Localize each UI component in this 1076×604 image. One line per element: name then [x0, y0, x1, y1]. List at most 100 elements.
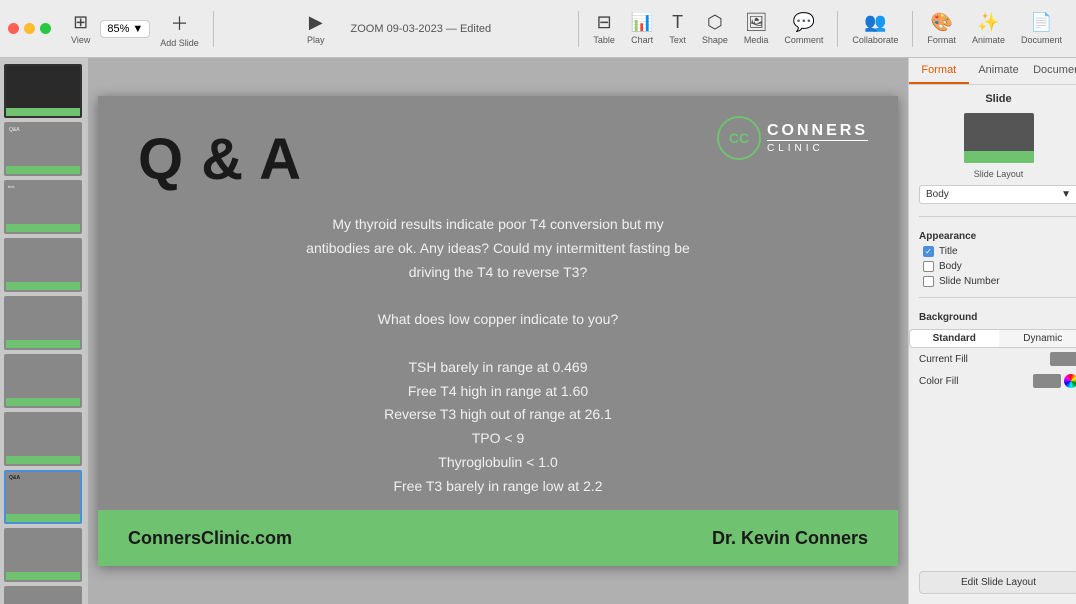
app-title: ZOOM 09-03-2023 — Edited — [351, 23, 492, 35]
slide-thumb-5[interactable]: 5 — [4, 296, 82, 350]
table-button[interactable]: ⊟ Table — [587, 8, 621, 49]
text-button[interactable]: T Text — [663, 8, 692, 49]
toolbar-center: ▶ Play ZOOM 09-03-2023 — Edited — [222, 8, 571, 49]
zoom-chevron: ▼ — [132, 23, 143, 35]
slide-thumb-8[interactable]: Q&A 8 — [4, 470, 82, 524]
appearance-title: Appearance — [909, 225, 1076, 244]
color-picker-circle[interactable] — [1064, 374, 1076, 388]
content-line-5: What does low copper indicate to you? — [138, 308, 858, 332]
toolbar-separator-4 — [912, 11, 913, 47]
view-label: View — [71, 35, 90, 45]
content-line-8: Free T4 high in range at 1.60 — [138, 380, 858, 404]
animate-tab[interactable]: ✨ Animate — [966, 8, 1011, 49]
format-label: Format — [927, 35, 956, 45]
checkbox-title[interactable] — [923, 246, 934, 257]
slide-thumb-2[interactable]: Q&A 2 — [4, 122, 82, 176]
add-slide-button[interactable]: ＋ Add Slide — [154, 6, 205, 52]
chart-icon: 📊 — [631, 12, 653, 33]
chart-button[interactable]: 📊 Chart — [625, 8, 659, 49]
shape-label: Shape — [702, 35, 728, 45]
comment-label: Comment — [784, 35, 823, 45]
comment-icon: 💬 — [793, 12, 815, 33]
slide-content: My thyroid results indicate poor T4 conv… — [138, 213, 858, 546]
slide-thumb-6[interactable]: 6 — [4, 354, 82, 408]
document-tab[interactable]: 📄 Document — [1015, 8, 1068, 49]
main-area: 1 Q&A 2 text 3 4 5 6 7 — [0, 58, 1076, 604]
collaborate-button[interactable]: 👥 Collaborate — [846, 8, 904, 49]
slide-panel: 1 Q&A 2 text 3 4 5 6 7 — [0, 58, 88, 604]
shape-icon: ⬡ — [707, 12, 723, 33]
checkbox-row-body: Body — [909, 259, 1076, 274]
bg-btn-dynamic[interactable]: Dynamic — [999, 330, 1076, 347]
divider-1 — [919, 216, 1076, 217]
collaborate-icon: 👥 — [864, 12, 886, 33]
view-icon: ⊞ — [73, 12, 88, 33]
right-panel-tabs: Format Animate Document — [909, 58, 1076, 85]
layout-value: Body — [926, 189, 949, 200]
content-line-1: My thyroid results indicate poor T4 conv… — [138, 213, 858, 237]
media-icon: 🖼 — [745, 12, 768, 33]
document-label: Document — [1021, 35, 1062, 45]
slide-thumb-1[interactable]: 1 — [4, 64, 82, 118]
minimize-button[interactable] — [24, 23, 35, 34]
content-line-10: TPO < 9 — [138, 427, 858, 451]
maximize-button[interactable] — [40, 23, 51, 34]
document-icon: 📄 — [1030, 12, 1052, 33]
layout-dropdown[interactable]: Body ▼ — [919, 185, 1076, 204]
bg-btn-standard[interactable]: Standard — [910, 330, 999, 347]
current-fill-color — [1050, 352, 1076, 366]
zoom-control[interactable]: 85% ▼ — [100, 20, 150, 38]
table-icon: ⊟ — [597, 12, 612, 33]
slide-thumb-7[interactable]: 7 — [4, 412, 82, 466]
tab-document[interactable]: Document — [1028, 58, 1076, 84]
slide-canvas-area[interactable]: CC CONNERS CLINIC Q & A My thyroid resul… — [88, 58, 908, 604]
table-label: Table — [593, 35, 615, 45]
slide-thumb-10[interactable]: 10 — [4, 586, 82, 604]
media-button[interactable]: 🖼 Media — [738, 8, 775, 49]
close-button[interactable] — [8, 23, 19, 34]
dropdown-chevron: ▼ — [1061, 189, 1071, 200]
checkbox-body-label: Body — [939, 261, 962, 272]
tab-format[interactable]: Format — [909, 58, 969, 84]
content-line-3: driving the T4 to reverse T3? — [138, 261, 858, 285]
shape-button[interactable]: ⬡ Shape — [696, 8, 734, 49]
slide[interactable]: CC CONNERS CLINIC Q & A My thyroid resul… — [98, 96, 898, 566]
animate-icon: ✨ — [977, 12, 999, 33]
checkbox-slide-number[interactable] — [923, 276, 934, 287]
content-line-2: antibodies are ok. Any ideas? Could my i… — [138, 237, 858, 261]
bg-buttons: Standard Dynamic — [909, 329, 1076, 348]
logo-text: CONNERS CLINIC — [767, 122, 868, 154]
logo-brand: CONNERS — [767, 122, 868, 140]
slide-thumb-4[interactable]: 4 — [4, 238, 82, 292]
footer-right: Dr. Kevin Conners — [712, 528, 868, 549]
play-button[interactable]: ▶ Play — [301, 8, 331, 49]
slide-thumb-3[interactable]: text 3 — [4, 180, 82, 234]
tab-animate[interactable]: Animate — [969, 58, 1029, 84]
logo-circle: CC — [717, 116, 761, 160]
view-button[interactable]: ⊞ View — [65, 8, 96, 49]
format-icon: 🎨 — [930, 12, 952, 33]
add-slide-label: Add Slide — [160, 38, 199, 48]
comment-button[interactable]: 💬 Comment — [778, 8, 829, 49]
current-fill-label: Current Fill — [919, 354, 968, 365]
current-fill-swatch — [1050, 352, 1076, 366]
checkbox-row-title: Title — [909, 244, 1076, 259]
format-tab[interactable]: 🎨 Format — [921, 8, 962, 49]
slide-thumb-9[interactable]: 9 — [4, 528, 82, 582]
zoom-value: 85% — [107, 23, 129, 35]
divider-2 — [919, 297, 1076, 298]
content-line-11: Thyroglobulin < 1.0 — [138, 451, 858, 475]
main-toolbar: ⊞ View 85% ▼ ＋ Add Slide ▶ Play ZOOM 09-… — [0, 0, 1076, 58]
checkbox-body[interactable] — [923, 261, 934, 272]
toolbar-separator-1 — [213, 11, 214, 47]
edit-slide-layout-button[interactable]: Edit Slide Layout — [919, 571, 1076, 594]
layout-preview-bar — [964, 151, 1034, 163]
color-fill-box — [1033, 374, 1061, 388]
logo-sub: CLINIC — [767, 140, 868, 154]
layout-preview — [964, 113, 1034, 163]
slide-footer: ConnersClinic.com Dr. Kevin Conners — [98, 510, 898, 566]
background-title: Background — [909, 306, 1076, 325]
checkbox-row-slide-number: Slide Number — [909, 274, 1076, 289]
media-label: Media — [744, 35, 769, 45]
checkbox-title-label: Title — [939, 246, 958, 257]
